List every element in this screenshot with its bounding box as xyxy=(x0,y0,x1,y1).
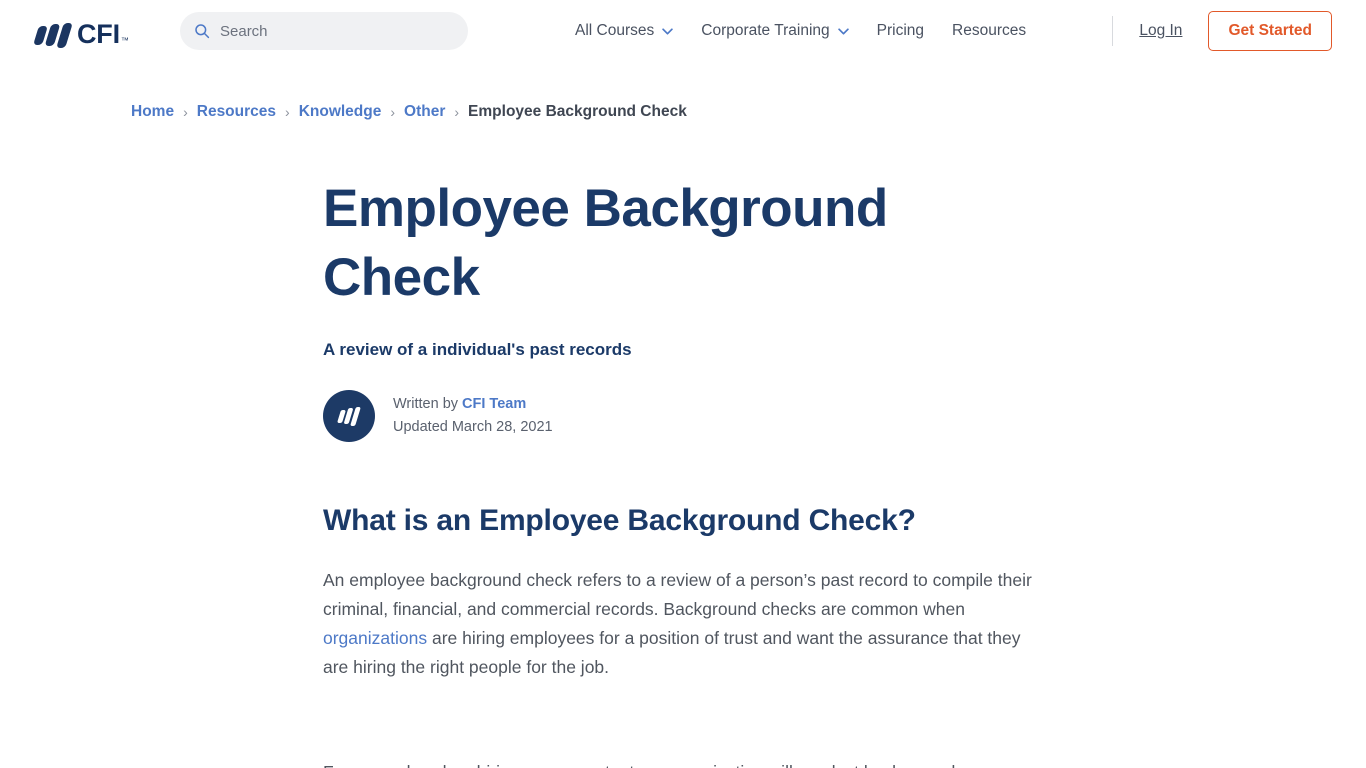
breadcrumb-separator-icon: › xyxy=(183,104,188,120)
site-header: CFI ™ All Courses Corporate Training Pri… xyxy=(0,0,1366,62)
breadcrumb-item-resources[interactable]: Resources xyxy=(197,103,276,121)
trademark-symbol: ™ xyxy=(120,36,129,45)
breadcrumb-item-knowledge[interactable]: Knowledge xyxy=(299,103,382,121)
cfi-logo[interactable]: CFI ™ xyxy=(33,14,129,49)
byline-updated-date: Updated March 28, 2021 xyxy=(393,419,553,435)
byline: Written by CFI Team Updated March 28, 20… xyxy=(323,390,1060,442)
nav-label: Pricing xyxy=(876,22,925,39)
breadcrumb-item-home[interactable]: Home xyxy=(131,103,174,121)
cfi-logo-text: CFI xyxy=(77,19,120,49)
author-link[interactable]: CFI Team xyxy=(462,396,526,412)
article: Employee Background Check A review of a … xyxy=(0,174,1100,768)
log-in-link[interactable]: Log In xyxy=(1139,22,1182,40)
paragraph-2: For example, when hiring an accountant, … xyxy=(323,758,1047,768)
byline-written-by: Written by CFI Team xyxy=(393,393,553,416)
search-box[interactable] xyxy=(180,12,468,50)
page-content: Home › Resources › Knowledge › Other › E… xyxy=(0,103,1366,768)
organizations-link[interactable]: organizations xyxy=(323,628,427,648)
page-title: Employee Background Check xyxy=(323,179,888,307)
nav-item-resources[interactable]: Resources xyxy=(952,22,1026,40)
paragraph-1-text-b: are hiring employees for a position of t… xyxy=(323,628,1021,677)
cfi-logo-mark-icon xyxy=(33,22,73,48)
breadcrumb: Home › Resources › Knowledge › Other › E… xyxy=(0,103,1366,121)
search-icon xyxy=(195,24,210,39)
section-heading: What is an Employee Background Check? xyxy=(323,504,916,537)
chevron-down-icon xyxy=(837,27,849,35)
avatar xyxy=(323,390,375,442)
paragraph-1-text-a: An employee background check refers to a… xyxy=(323,570,1032,619)
search-input[interactable] xyxy=(220,22,454,40)
written-by-prefix: Written by xyxy=(393,396,463,412)
breadcrumb-separator-icon: › xyxy=(390,104,396,120)
nav-label: All Courses xyxy=(575,22,655,39)
nav-item-corporate-training[interactable]: Corporate Training xyxy=(701,22,849,40)
breadcrumb-separator-icon: › xyxy=(454,104,460,120)
nav-item-pricing[interactable]: Pricing xyxy=(877,22,924,40)
breadcrumb-separator-icon: › xyxy=(285,104,290,120)
paragraph-1: An employee background check refers to a… xyxy=(323,566,1047,682)
header-divider xyxy=(1112,16,1114,46)
get-started-button[interactable]: Get Started xyxy=(1208,11,1332,51)
page-subtitle: A review of a individual's past records xyxy=(323,340,632,359)
nav-item-all-courses[interactable]: All Courses xyxy=(575,22,673,40)
byline-text: Written by CFI Team Updated March 28, 20… xyxy=(393,393,553,439)
chevron-down-icon xyxy=(662,27,673,35)
main-navigation: All Courses Corporate Training Pricing R… xyxy=(575,0,1026,62)
breadcrumb-item-current: Employee Background Check xyxy=(468,103,687,120)
nav-label: Corporate Training xyxy=(701,22,830,39)
breadcrumb-item-other[interactable]: Other xyxy=(404,103,445,121)
nav-label: Resources xyxy=(952,22,1027,39)
header-actions: Log In Get Started xyxy=(1112,0,1332,62)
